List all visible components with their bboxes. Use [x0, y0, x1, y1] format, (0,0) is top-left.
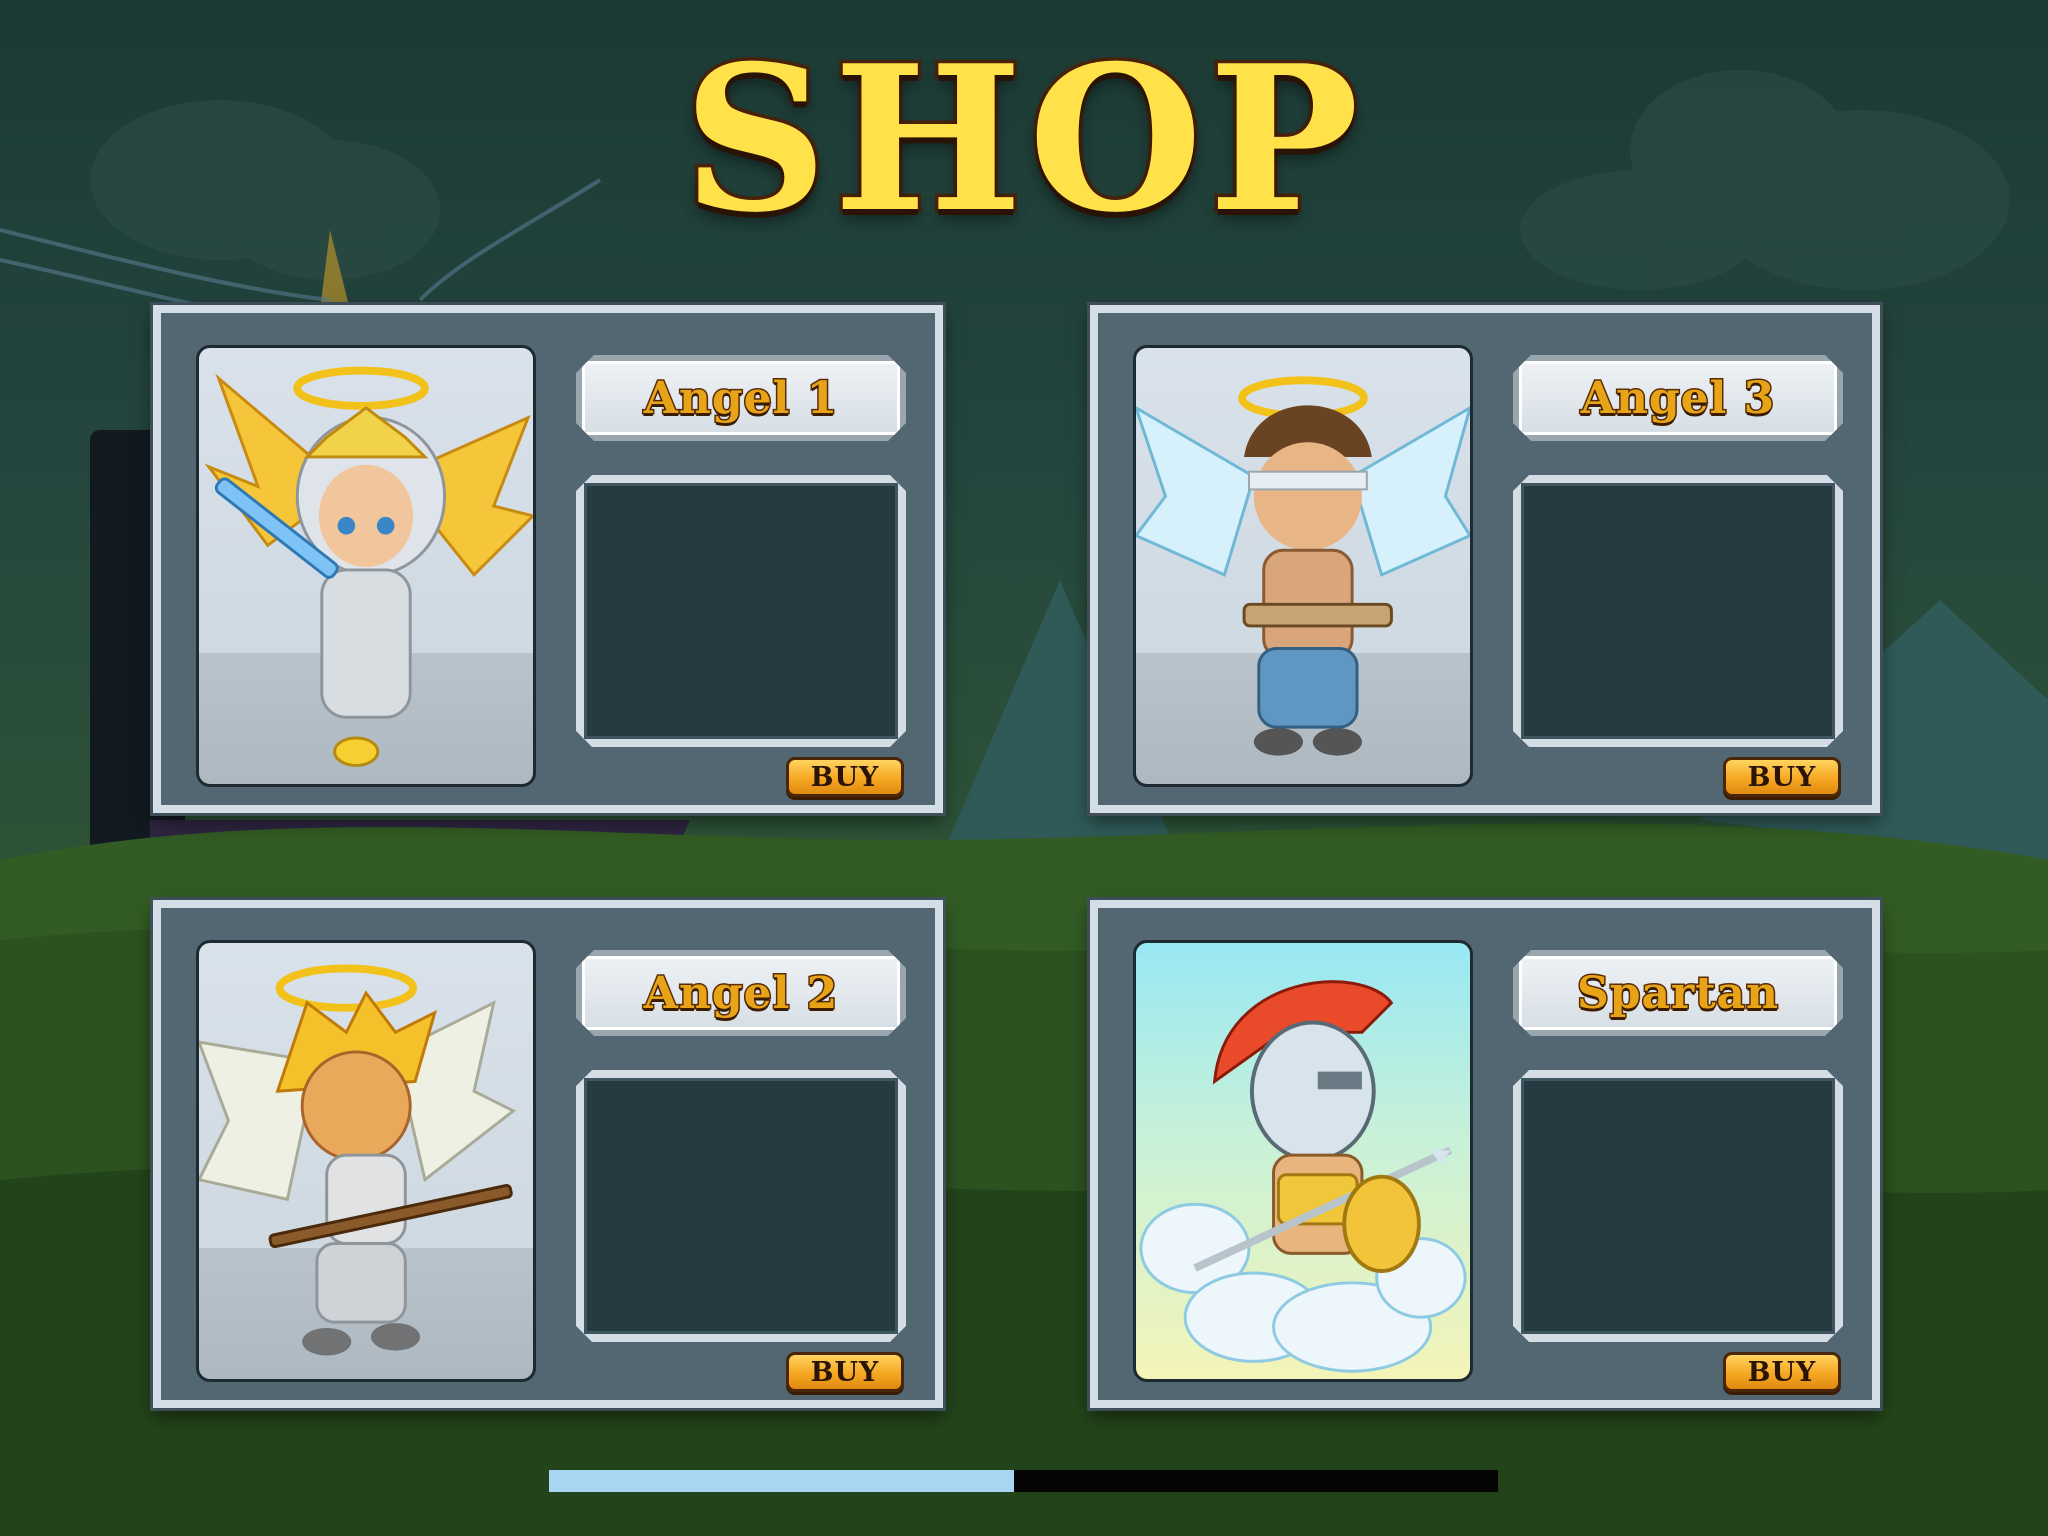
product-info-box: [1513, 1070, 1843, 1342]
shop-title: SHOP: [679, 22, 1365, 257]
product-name: Angel 3: [1580, 372, 1776, 424]
character-portrait-angel-2: [196, 940, 536, 1382]
product-card-angel-2: Angel 2 BUY: [153, 900, 943, 1408]
angel-rifle-illustration: [199, 964, 517, 1356]
buy-button-spartan[interactable]: BUY: [1723, 1352, 1841, 1392]
angel-sword-illustration: [204, 366, 533, 767]
character-portrait-angel-1: [196, 345, 536, 787]
character-portrait-spartan: [1133, 940, 1473, 1382]
shop-screen: SHOP Angel 1 BUY Angel 3 BUY Angel 2 BUY…: [0, 0, 2048, 1536]
character-portrait-angel-3: [1133, 345, 1473, 787]
spartan-warrior-illustration: [1139, 980, 1467, 1373]
product-name-plate: Angel 3: [1513, 355, 1843, 441]
buy-button-angel-1[interactable]: BUY: [786, 757, 904, 797]
product-card-angel-3: Angel 3 BUY: [1090, 305, 1880, 813]
progress-bar-fill: [549, 1470, 1014, 1492]
product-name-plate: Angel 1: [576, 355, 906, 441]
product-card-angel-1: Angel 1 BUY: [153, 305, 943, 813]
buy-button-angel-3[interactable]: BUY: [1723, 757, 1841, 797]
product-name: Angel 1: [643, 372, 839, 424]
product-info-box: [576, 1070, 906, 1342]
product-name: Angel 2: [643, 967, 839, 1019]
product-info-box: [576, 475, 906, 747]
product-name-plate: Spartan: [1513, 950, 1843, 1036]
product-card-spartan: Spartan BUY: [1090, 900, 1880, 1408]
product-name-plate: Angel 2: [576, 950, 906, 1036]
product-info-box: [1513, 475, 1843, 747]
scroll-progress-bar[interactable]: [549, 1470, 1498, 1492]
product-name: Spartan: [1576, 967, 1780, 1019]
buy-button-angel-2[interactable]: BUY: [786, 1352, 904, 1392]
angel-shotgun-illustration: [1136, 376, 1470, 756]
